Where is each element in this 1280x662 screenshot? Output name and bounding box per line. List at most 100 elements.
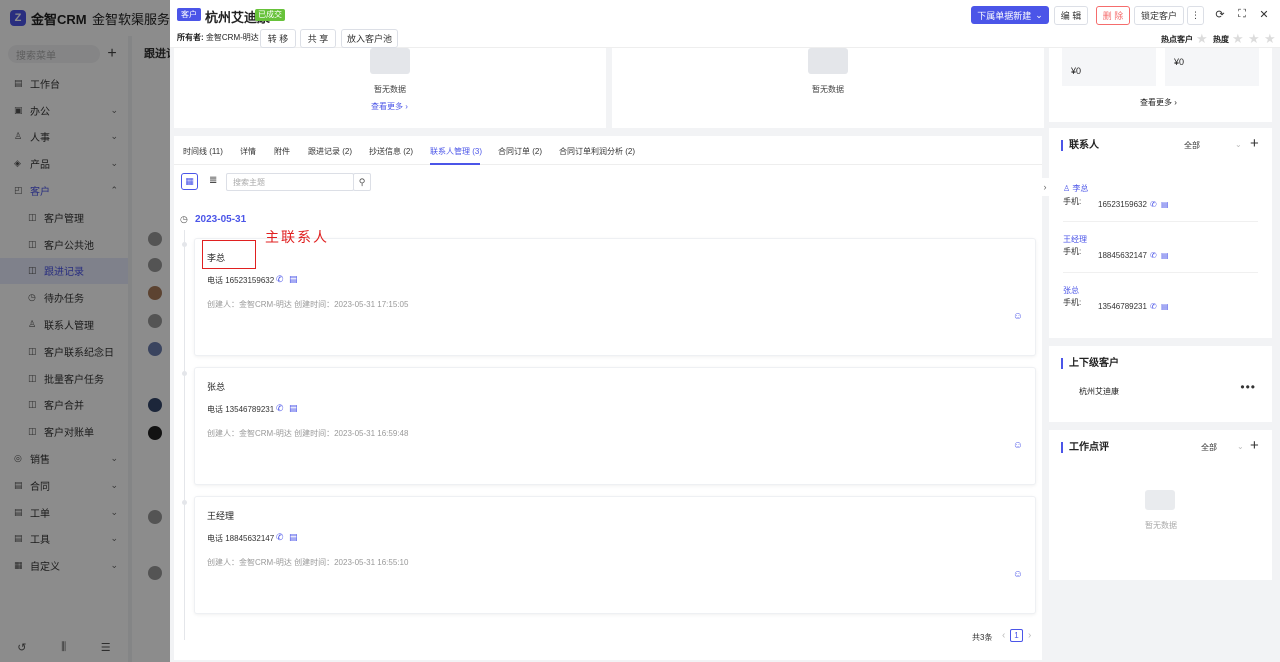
create-sub-document-button[interactable]: 下属单据新建 ⌄	[971, 6, 1049, 24]
message-icon[interactable]: ▤	[1161, 251, 1169, 260]
contact-item-phone: 18845632147	[1098, 251, 1147, 260]
contact-item-name[interactable]: 王经理	[1063, 234, 1087, 245]
contact-card[interactable]: 王经理 电话 18845632147 ✆ ▤ 创建人：金智CRM-明达 创建时间…	[194, 496, 1036, 614]
contacts-filter[interactable]: 全部	[1184, 140, 1200, 151]
tab-timeline[interactable]: 时间线 (11)	[183, 146, 223, 157]
next-page-icon[interactable]: ›	[1028, 630, 1031, 641]
phone-icon[interactable]: ✆	[1150, 302, 1157, 311]
contact-name: 张总	[207, 382, 226, 392]
move-to-pool-button[interactable]: 放入客户池	[341, 29, 398, 48]
star-icon[interactable]: ★	[1264, 31, 1276, 47]
heat-label: 热度	[1213, 35, 1229, 44]
more-options-icon[interactable]: •••	[1240, 380, 1256, 394]
phone-icon[interactable]: ✆	[1150, 200, 1157, 209]
smile-icon[interactable]: ☺	[1013, 569, 1023, 580]
finance-box	[1165, 48, 1259, 86]
empty-text: 暂无数据	[812, 85, 844, 94]
phone-label: 手机:	[1063, 298, 1082, 307]
owner-name: 金智CRM-明达	[205, 33, 259, 42]
close-icon[interactable]: ✕	[1257, 8, 1271, 21]
star-icon[interactable]: ★	[1232, 31, 1244, 47]
contact-phone: 电话 16523159632	[207, 276, 275, 285]
tab-details[interactable]: 详情	[240, 146, 256, 157]
summary-card: 暂无数据	[612, 48, 1044, 128]
star-icon[interactable]: ★	[1196, 31, 1208, 47]
empty-box-icon	[370, 48, 410, 74]
detail-tabs-panel: 时间线 (11) 详情 附件 跟进记录 (2) 抄送信息 (2) 联系人管理 (…	[174, 136, 1042, 660]
review-filter[interactable]: 全部	[1201, 442, 1217, 453]
timeline-line	[184, 230, 185, 640]
more-options-icon[interactable]: ⋮	[1187, 6, 1204, 25]
list-view-icon[interactable]: ≣	[209, 175, 217, 186]
smile-icon[interactable]: ☺	[1013, 311, 1023, 322]
message-icon[interactable]: ▤	[289, 532, 298, 543]
phone-icon[interactable]: ✆	[276, 532, 284, 543]
tab-follow-up[interactable]: 跟进记录 (2)	[308, 146, 352, 157]
search-input[interactable]: 搜索主题	[226, 173, 354, 191]
phone-label: 手机:	[1063, 197, 1082, 206]
fullscreen-icon[interactable]: ⛶	[1235, 8, 1249, 21]
timeline-dot	[182, 371, 187, 376]
parent-customer-name[interactable]: 杭州艾迪康	[1079, 386, 1119, 397]
summary-cards: 暂无数据 查看更多 › 暂无数据	[174, 48, 1044, 128]
smile-icon[interactable]: ☺	[1013, 440, 1023, 451]
star-icon[interactable]: ★	[1248, 31, 1260, 47]
contact-item-phone: 13546789231	[1098, 302, 1147, 311]
parent-child-customers-section: 上下级客户 杭州艾迪康 •••	[1049, 346, 1272, 422]
phone-label: 手机:	[1063, 247, 1082, 256]
contact-name-text: 李总	[1072, 184, 1089, 193]
pagination-total: 共3条	[972, 633, 993, 642]
work-review-section: 工作点评 全部 ⌄ + 暂无数据	[1049, 430, 1272, 580]
create-sub-document-label: 下属单据新建	[977, 10, 1032, 21]
finance-summary: ¥0 ¥0 查看更多 ›	[1049, 48, 1272, 122]
contact-item-phone: 16523159632	[1098, 200, 1147, 209]
contact-phone: 电话 18845632147	[207, 534, 275, 543]
contact-card[interactable]: 李总 电话 16523159632 ✆ ▤ 创建人：金智CRM-明达 创建时间：…	[194, 238, 1036, 356]
annotation-highlight-box	[202, 240, 256, 269]
message-icon[interactable]: ▤	[289, 403, 298, 414]
work-review-title: 工作点评	[1061, 442, 1109, 453]
contact-card[interactable]: 张总 电话 13546789231 ✆ ▤ 创建人：金智CRM-明达 创建时间：…	[194, 367, 1036, 485]
contact-meta: 创建人：金智CRM-明达 创建时间：2023-05-31 16:55:10	[207, 558, 409, 567]
drawer-header: 客户 杭州艾迪康 已成交 所有者: 金智CRM-明达 转 移 共 享 放入客户池…	[170, 0, 1280, 48]
tab-attachments[interactable]: 附件	[274, 146, 290, 157]
phone-icon[interactable]: ✆	[1150, 251, 1157, 260]
annotation-label: 主联系人	[265, 230, 329, 246]
chevron-down-icon[interactable]: ⌄	[1237, 442, 1244, 451]
tab-order-profit-analysis[interactable]: 合同订单利润分析 (2)	[559, 146, 635, 157]
transfer-button[interactable]: 转 移	[260, 29, 296, 48]
contact-meta: 创建人：金智CRM-明达 创建时间：2023-05-31 17:15:05	[207, 300, 409, 309]
add-review-icon[interactable]: +	[1250, 437, 1259, 454]
chevron-down-icon: ⌄	[1035, 9, 1043, 20]
edit-button[interactable]: 编 辑	[1054, 6, 1088, 25]
share-button[interactable]: 共 享	[300, 29, 336, 48]
message-icon[interactable]: ▤	[1161, 302, 1169, 311]
view-more-link[interactable]: 查看更多 ›	[1140, 97, 1177, 108]
owner-info: 所有者: 金智CRM-明达	[177, 32, 259, 43]
phone-icon[interactable]: ✆	[276, 403, 284, 414]
contacts-title: 联系人	[1061, 140, 1099, 151]
contact-item-name[interactable]: ♙ 李总	[1063, 183, 1088, 194]
delete-button[interactable]: 删 除	[1096, 6, 1130, 25]
contact-item-name[interactable]: 张总	[1063, 285, 1079, 296]
refresh-icon[interactable]: ⟳	[1213, 8, 1227, 21]
phone-icon[interactable]: ✆	[276, 274, 284, 285]
chevron-down-icon[interactable]: ⌄	[1235, 140, 1242, 149]
empty-box-icon	[808, 48, 848, 74]
message-icon[interactable]: ▤	[289, 274, 298, 285]
contact-name: 王经理	[207, 511, 235, 521]
tab-contract-orders[interactable]: 合同订单 (2)	[498, 146, 542, 157]
search-icon[interactable]: ⚲	[353, 173, 371, 191]
empty-text: 暂无数据	[1145, 521, 1177, 530]
tab-contacts[interactable]: 联系人管理 (3)	[430, 146, 482, 157]
tab-cc-info[interactable]: 抄送信息 (2)	[369, 146, 413, 157]
card-view-icon[interactable]: ▦	[181, 173, 198, 190]
add-contact-icon[interactable]: +	[1250, 135, 1259, 152]
hot-customer-label: 热点客户	[1161, 35, 1193, 44]
message-icon[interactable]: ▤	[1161, 200, 1169, 209]
lock-customer-button[interactable]: 锁定客户	[1134, 6, 1184, 25]
current-page[interactable]: 1	[1010, 629, 1023, 642]
parent-customers-title: 上下级客户	[1061, 358, 1119, 369]
view-more-link[interactable]: 查看更多 ›	[371, 101, 408, 112]
prev-page-icon[interactable]: ‹	[1002, 630, 1005, 641]
